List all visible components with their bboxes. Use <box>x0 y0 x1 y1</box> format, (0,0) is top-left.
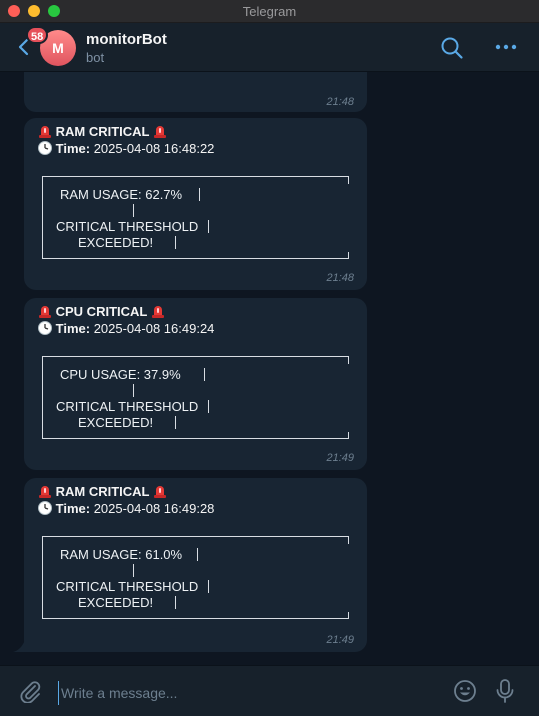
chat-header: M 58 monitorBot bot <box>0 23 539 72</box>
alert-time: Time: 2025-04-08 16:48:22 <box>38 141 214 156</box>
threshold-line-1: CRITICAL THRESHOLD <box>56 219 199 234</box>
message-list[interactable]: 21:48 RAM CRITICAL Time: 2025-04-08 16:4… <box>0 72 539 665</box>
message-timestamp: 21:48 <box>326 96 354 108</box>
time-value: 2025-04-08 16:49:28 <box>93 501 215 516</box>
siren-icon <box>39 126 51 138</box>
threshold-line-1: CRITICAL THRESHOLD <box>56 579 199 594</box>
message-timestamp: 21:49 <box>326 634 354 646</box>
telegram-window: Telegram M 58 monitorBot bot 21:48 RAM C… <box>0 0 539 716</box>
composer-bar <box>0 665 539 716</box>
message-bubble[interactable]: RAM CRITICAL Time: 2025-04-08 16:49:28 R… <box>24 478 367 652</box>
alert-title-text: RAM CRITICAL <box>55 124 150 139</box>
usage-text: RAM USAGE: 61.0% <box>60 547 183 562</box>
message-bubble[interactable]: CPU CRITICAL Time: 2025-04-08 16:49:24 C… <box>24 298 367 470</box>
threshold-line-2: EXCEEDED! <box>78 595 154 610</box>
message-timestamp: 21:49 <box>326 452 354 464</box>
search-icon[interactable] <box>440 36 464 60</box>
alert-title-text: RAM CRITICAL <box>55 484 150 499</box>
threshold-line-2: EXCEEDED! <box>78 415 154 430</box>
alert-title: RAM CRITICAL <box>38 124 167 139</box>
time-label: Time: <box>55 321 91 336</box>
chat-subtitle: bot <box>86 50 105 65</box>
clock-icon <box>38 141 52 155</box>
alert-title: RAM CRITICAL <box>38 484 167 499</box>
bubble-tail <box>13 640 25 652</box>
siren-icon <box>153 486 166 498</box>
siren-icon <box>153 126 166 138</box>
alert-time: Time: 2025-04-08 16:49:28 <box>38 501 214 516</box>
clock-icon <box>38 321 52 335</box>
more-options-icon[interactable] <box>494 37 518 57</box>
alert-time: Time: 2025-04-08 16:49:24 <box>38 321 214 336</box>
siren-icon <box>39 486 51 498</box>
message-timestamp: 21:48 <box>326 272 354 284</box>
usage-text: CPU USAGE: 37.9% <box>60 367 181 382</box>
paperclip-icon[interactable] <box>18 679 42 703</box>
siren-icon <box>39 306 51 318</box>
threshold-line-1: CRITICAL THRESHOLD <box>56 399 199 414</box>
message-bubble[interactable]: RAM CRITICAL Time: 2025-04-08 16:48:22 R… <box>24 118 367 290</box>
alert-title-text: CPU CRITICAL <box>55 304 148 319</box>
window-title: Telegram <box>242 4 297 19</box>
alert-box: RAM USAGE: 62.7% CRITICAL THRESHOLD EXCE… <box>42 176 350 264</box>
time-label: Time: <box>55 501 91 516</box>
emoji-icon[interactable] <box>453 679 477 703</box>
chat-title[interactable]: monitorBot <box>86 31 167 48</box>
usage-text: RAM USAGE: 62.7% <box>60 187 183 202</box>
unread-badge: 58 <box>26 26 49 44</box>
title-bar: Telegram <box>0 0 539 23</box>
clock-icon <box>38 501 52 515</box>
siren-icon <box>151 306 164 318</box>
alert-title: CPU CRITICAL <box>38 304 165 319</box>
message-input[interactable] <box>58 681 433 705</box>
alert-box: CPU USAGE: 37.9% CRITICAL THRESHOLD EXCE… <box>42 356 350 444</box>
message-bubble-partial: 21:48 <box>24 72 367 112</box>
time-value: 2025-04-08 16:49:24 <box>93 321 215 336</box>
threshold-line-2: EXCEEDED! <box>78 235 154 250</box>
microphone-icon[interactable] <box>494 678 516 704</box>
time-value: 2025-04-08 16:48:22 <box>93 141 215 156</box>
alert-box: RAM USAGE: 61.0% CRITICAL THRESHOLD EXCE… <box>42 536 350 624</box>
time-label: Time: <box>55 141 91 156</box>
